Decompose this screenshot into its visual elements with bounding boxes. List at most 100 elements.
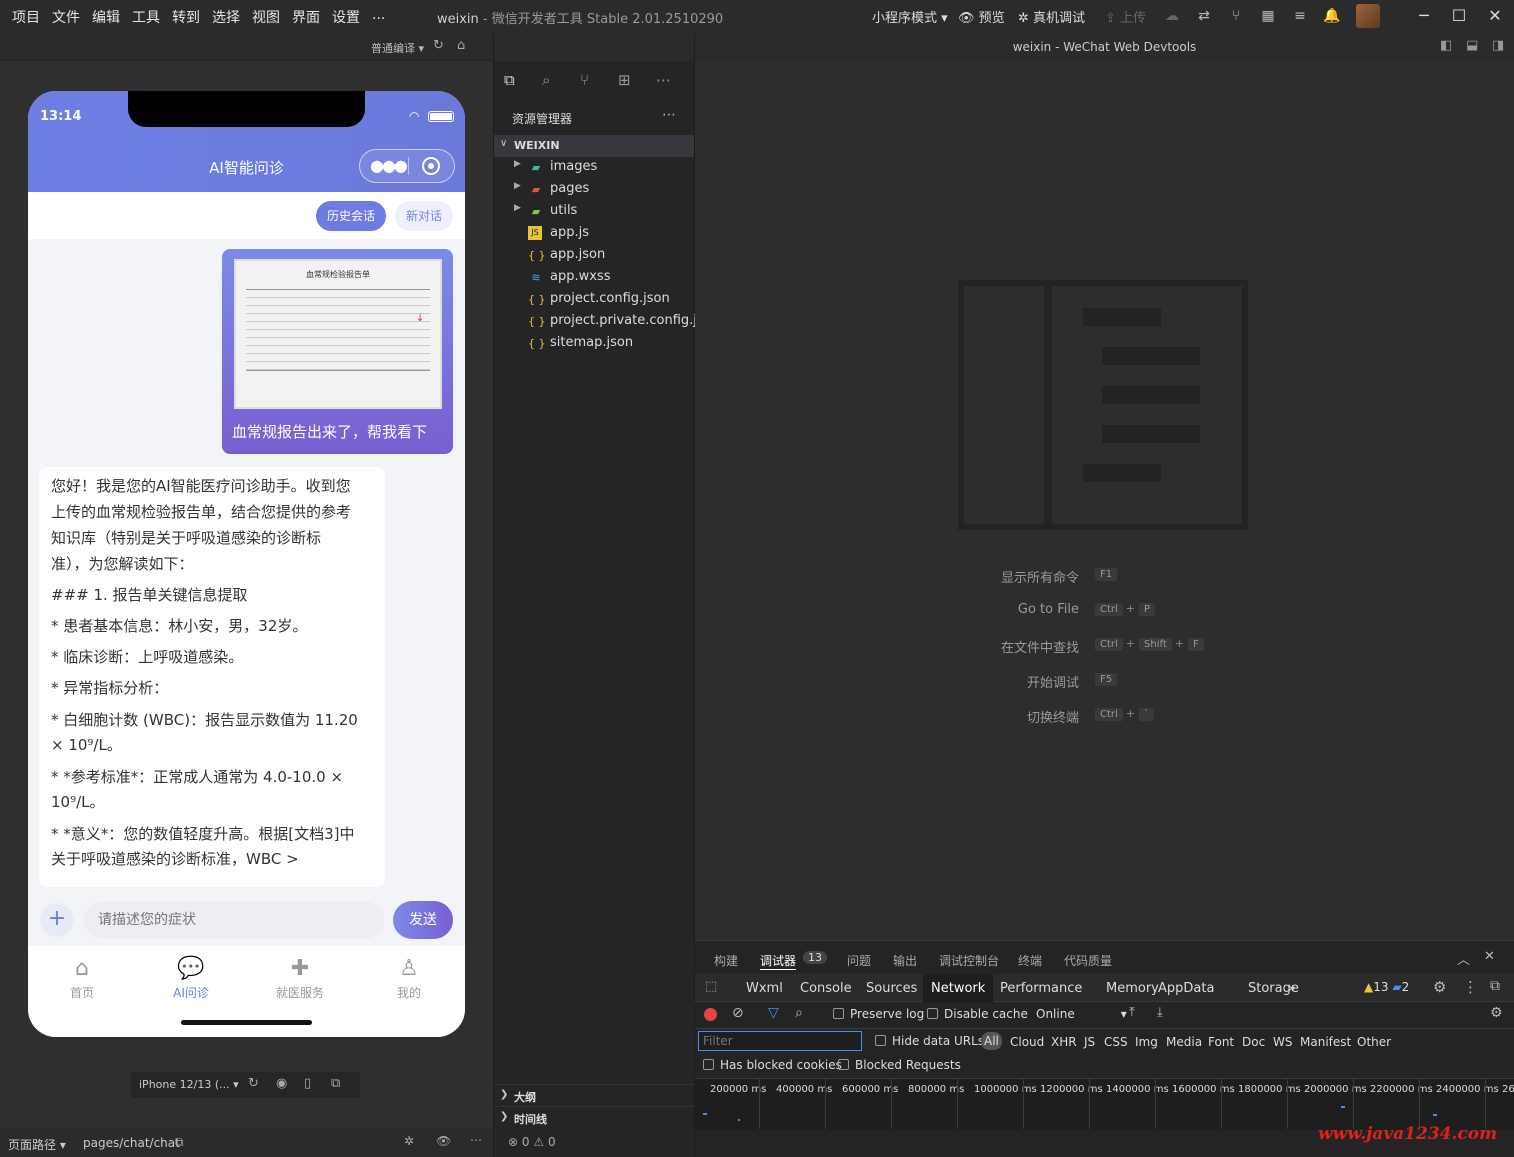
type-filter[interactable]: All bbox=[981, 1032, 1002, 1050]
inspect-icon[interactable]: ⬚ bbox=[705, 979, 717, 994]
network-overview[interactable]: 200000 ms 400000 ms 600000 ms 800000 ms 1000… bbox=[695, 1078, 1514, 1130]
filter-icon[interactable]: ▽ bbox=[768, 1005, 779, 1021]
timeline-section[interactable]: ❯ 时间线 bbox=[494, 1106, 694, 1128]
blocked-requests-checkbox[interactable]: Blocked Requests bbox=[838, 1058, 961, 1072]
send-button[interactable]: 发送 bbox=[393, 901, 453, 939]
panel-tab[interactable]: 问题 bbox=[847, 952, 871, 969]
outline-section[interactable]: ❯ 大纲 bbox=[494, 1084, 694, 1106]
preview-button[interactable]: 👁 预览 bbox=[958, 7, 1005, 26]
mode-dropdown[interactable]: 小程序模式 ▾ bbox=[872, 7, 948, 26]
tab-user[interactable]: ♙ 我的 bbox=[369, 954, 449, 1001]
menu-item[interactable]: ... bbox=[372, 7, 385, 27]
throttle-select[interactable]: Online ▾ bbox=[1036, 1007, 1127, 1021]
network-settings-icon[interactable]: ⚙ bbox=[1490, 1005, 1503, 1021]
new-chat-button[interactable]: 新对话 bbox=[395, 201, 453, 231]
panel-tab[interactable]: 调试器 bbox=[760, 952, 797, 970]
type-filter[interactable]: XHR bbox=[1051, 1035, 1077, 1049]
more-vert-icon[interactable]: ⋮ bbox=[1463, 978, 1478, 996]
menu-item[interactable]: 文件 bbox=[52, 7, 80, 27]
tab-home[interactable]: ⌂ 首页 bbox=[42, 954, 122, 1001]
workspace-root[interactable]: ∨ WEIXIN bbox=[494, 135, 694, 157]
type-filter[interactable]: WS bbox=[1273, 1035, 1292, 1049]
menu-item[interactable]: 项目 bbox=[12, 7, 40, 27]
type-filter[interactable]: Doc bbox=[1242, 1035, 1265, 1049]
tree-item-json[interactable]: { } project.private.config.js... bbox=[494, 311, 716, 333]
panel-tab[interactable]: 构建 bbox=[714, 952, 738, 969]
preserve-log-checkbox[interactable]: Preserve log bbox=[833, 1007, 924, 1021]
clear-cache-icon[interactable]: ⌂ bbox=[457, 38, 465, 53]
panel-toggle-icon[interactable]: ⬓ bbox=[1466, 38, 1478, 53]
devtools-tab[interactable]: » bbox=[1288, 981, 1296, 996]
undock-icon[interactable]: ⧉ bbox=[1490, 978, 1500, 994]
tree-item-json[interactable]: { } project.config.json bbox=[494, 289, 694, 311]
type-filter[interactable]: Other bbox=[1357, 1035, 1391, 1049]
symptom-input[interactable] bbox=[84, 901, 384, 939]
maximize-button[interactable]: ☐ bbox=[1445, 4, 1473, 28]
clear-icon[interactable]: ⊘ bbox=[732, 1005, 744, 1021]
chevron-up-icon[interactable]: ︿ bbox=[1457, 949, 1470, 968]
import-har-icon[interactable]: ⤒ bbox=[1129, 1005, 1135, 1020]
panel-tab[interactable]: 代码质量 bbox=[1064, 952, 1112, 969]
files-icon[interactable]: ⧉ bbox=[504, 71, 515, 89]
search-icon[interactable]: ⌕ bbox=[542, 71, 550, 89]
hide-data-urls-checkbox[interactable]: Hide data URLs bbox=[875, 1034, 984, 1048]
devtools-tab[interactable]: Memory bbox=[1106, 981, 1159, 996]
panel-tab[interactable]: 终端 bbox=[1018, 952, 1042, 969]
filter-input[interactable] bbox=[698, 1031, 862, 1051]
devtools-tab[interactable]: Sources bbox=[866, 981, 917, 996]
compile-mode-dropdown[interactable]: 普通编译 ▾ bbox=[371, 40, 424, 56]
copy-icon[interactable]: ⧉ bbox=[175, 1135, 184, 1150]
minimize-button[interactable]: ─ bbox=[1410, 4, 1438, 28]
more-dots-icon[interactable]: ●●● bbox=[370, 156, 408, 175]
more-icon[interactable]: ⋯ bbox=[470, 1133, 482, 1147]
settings-icon[interactable]: ⚙ bbox=[1433, 978, 1446, 996]
explorer-more-icon[interactable]: ⋯ bbox=[662, 107, 676, 123]
menu-item[interactable]: 设置 bbox=[332, 7, 360, 27]
blocked-cookies-checkbox[interactable]: Has blocked cookies bbox=[703, 1058, 842, 1072]
tree-item-folder[interactable]: ▶ ▰ images bbox=[494, 157, 694, 179]
record-icon[interactable]: ◉ bbox=[276, 1076, 287, 1091]
type-filter[interactable]: JS bbox=[1084, 1035, 1095, 1049]
bug-icon[interactable]: ✲ bbox=[404, 1134, 414, 1148]
menu-item[interactable]: 选择 bbox=[212, 7, 240, 27]
tab-chat[interactable]: 💬 AI问诊 bbox=[151, 954, 231, 1001]
plus-icon[interactable]: + bbox=[40, 903, 74, 937]
devtools-tab[interactable]: Wxml bbox=[746, 981, 783, 996]
multi-window-icon[interactable]: ⧉ bbox=[331, 1076, 340, 1091]
menu-item[interactable]: 工具 bbox=[132, 7, 160, 27]
close-miniprogram-icon[interactable] bbox=[422, 157, 440, 175]
panel-tab[interactable]: 调试控制台 bbox=[939, 952, 999, 969]
issues-counter[interactable]: ▲13 ▰2 bbox=[1364, 980, 1409, 994]
tree-item-json[interactable]: { } sitemap.json bbox=[494, 333, 694, 355]
record-icon[interactable] bbox=[704, 1008, 717, 1021]
devtools-tab[interactable]: Console bbox=[800, 981, 852, 996]
tree-item-folder[interactable]: ▶ ▰ utils bbox=[494, 201, 694, 223]
report-image[interactable]: 血常规检验报告单 ↓ bbox=[234, 259, 442, 409]
close-button[interactable]: ✕ bbox=[1481, 4, 1509, 28]
devtools-tab[interactable]: Network bbox=[923, 974, 994, 1003]
device-dropdown[interactable]: iPhone 12/13 (... ▾ bbox=[139, 1078, 239, 1091]
rotate-icon[interactable]: ↻ bbox=[248, 1076, 259, 1091]
git-icon[interactable]: ⑂ bbox=[580, 71, 589, 89]
tree-item-json[interactable]: { } app.json bbox=[494, 245, 694, 267]
tree-item-css[interactable]: ≋ app.wxss bbox=[494, 267, 694, 289]
phone-icon[interactable]: ▯ bbox=[304, 1076, 311, 1091]
type-filter[interactable]: Cloud bbox=[1010, 1035, 1044, 1049]
more-icon[interactable]: ⋯ bbox=[656, 71, 671, 89]
menu-item[interactable]: 界面 bbox=[292, 7, 320, 27]
avatar[interactable] bbox=[1356, 4, 1380, 28]
type-filter[interactable]: Img bbox=[1135, 1035, 1158, 1049]
extensions-icon[interactable]: ⊞ bbox=[618, 71, 631, 89]
page-path-label[interactable]: 页面路径 ▾ bbox=[8, 1136, 66, 1153]
history-button[interactable]: 历史会话 bbox=[316, 201, 386, 231]
branch-icon[interactable]: ⑂ bbox=[1226, 6, 1246, 26]
tree-item-js[interactable]: JS app.js bbox=[494, 223, 694, 245]
menu-item[interactable]: 转到 bbox=[172, 7, 200, 27]
menu-item[interactable]: 编辑 bbox=[92, 7, 120, 27]
layout-icon[interactable]: ▦ bbox=[1258, 6, 1278, 26]
upload-button[interactable]: ⇪ 上传 bbox=[1105, 7, 1146, 26]
type-filter[interactable]: Media bbox=[1166, 1035, 1202, 1049]
swap-icon[interactable]: ⇄ bbox=[1194, 6, 1214, 26]
type-filter[interactable]: Manifest bbox=[1300, 1035, 1351, 1049]
disable-cache-checkbox[interactable]: Disable cache bbox=[927, 1007, 1028, 1021]
